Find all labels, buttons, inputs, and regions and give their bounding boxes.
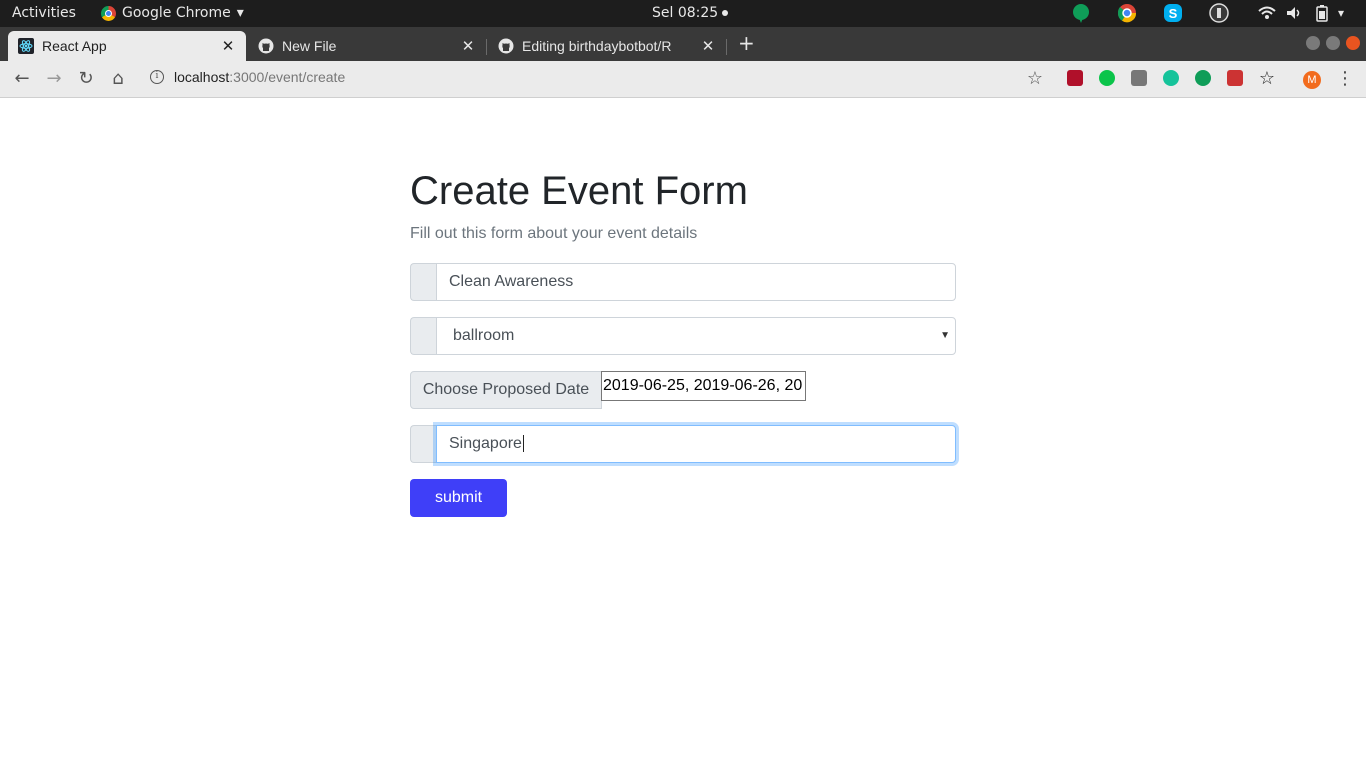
react-logo-icon	[18, 38, 34, 54]
select-caret-icon: ▼	[940, 330, 950, 341]
clock[interactable]: Sel 08:25	[652, 5, 729, 21]
close-window-button[interactable]	[1346, 36, 1360, 50]
screenshot-extension-icon[interactable]	[1227, 70, 1243, 86]
notification-dot-icon	[722, 10, 729, 16]
location-input[interactable]: Singapore	[436, 425, 956, 463]
chrome-menu-icon[interactable]: ⋮	[1335, 69, 1355, 89]
skype-tray-icon[interactable]: S	[1163, 3, 1183, 23]
venue-group: ballroom ▼	[410, 317, 956, 355]
tab-title: React App	[42, 38, 107, 54]
input-prepend	[410, 263, 436, 301]
proposed-dates-input[interactable]: 2019-06-25, 2019-06-26, 20	[601, 371, 806, 401]
github-icon	[258, 38, 274, 54]
event-name-group: Clean Awareness	[410, 263, 956, 301]
forward-button[interactable]: →	[44, 69, 64, 89]
grammarly-extension-icon[interactable]	[1163, 70, 1179, 86]
input-prepend	[410, 425, 436, 463]
submit-button[interactable]: submit	[410, 479, 507, 517]
tab-divider	[726, 39, 727, 55]
bookmark-star-icon[interactable]: ☆	[1025, 69, 1045, 89]
back-button[interactable]: ←	[12, 69, 32, 89]
tab-title: New File	[282, 38, 337, 54]
system-menu-chevron-icon[interactable]: ▾	[1338, 3, 1358, 23]
page-subtitle: Fill out this form about your event deta…	[410, 225, 698, 242]
url-host: localhost	[174, 69, 230, 85]
tab-new-file[interactable]: New File ✕	[248, 31, 486, 61]
github-icon	[498, 38, 514, 54]
reload-button[interactable]: ↻	[76, 69, 96, 89]
line-extension-icon[interactable]	[1131, 70, 1147, 86]
location-group: Singapore	[410, 425, 956, 463]
chrome-icon	[101, 5, 116, 21]
address-bar[interactable]: i localhost:3000/event/create	[150, 69, 345, 85]
wifi-icon[interactable]	[1257, 3, 1277, 23]
favorite-extension-icon[interactable]: ☆	[1257, 69, 1277, 89]
activities-button[interactable]: Activities	[12, 5, 76, 21]
share-extension-icon[interactable]	[1099, 70, 1115, 86]
minimize-window-button[interactable]	[1306, 36, 1320, 50]
tab-react-app[interactable]: React App ✕	[8, 31, 246, 61]
maximize-window-button[interactable]	[1326, 36, 1340, 50]
venue-select[interactable]: ballroom ▼	[436, 317, 956, 355]
input-prepend	[410, 317, 436, 355]
tab-divider	[486, 39, 487, 55]
tab-close-icon[interactable]: ✕	[700, 37, 716, 55]
page-title: Create Event Form	[410, 169, 748, 213]
event-name-input[interactable]: Clean Awareness	[436, 263, 956, 301]
tab-close-icon[interactable]: ✕	[220, 37, 236, 55]
venue-selected-value: ballroom	[453, 327, 515, 344]
battery-icon[interactable]	[1312, 3, 1332, 23]
tab-editing-birthdaybotbot[interactable]: Editing birthdaybotbot/R ✕	[488, 31, 726, 61]
chevron-down-icon: ▾	[236, 5, 244, 21]
url-path: :3000/event/create	[229, 69, 346, 85]
clock-text: Sel 08:25	[652, 5, 719, 21]
volume-icon[interactable]	[1284, 3, 1304, 23]
hangouts-tray-icon[interactable]	[1071, 3, 1091, 23]
location-value: Singapore	[449, 435, 522, 452]
text-cursor	[522, 435, 524, 453]
app-indicator-tray-icon[interactable]	[1209, 3, 1229, 23]
tab-title: Editing birthdaybotbot/R	[522, 38, 672, 54]
app-menu[interactable]: Google Chrome ▾	[101, 5, 244, 21]
site-info-icon[interactable]: i	[150, 70, 164, 84]
system-top-bar: Activities Google Chrome ▾ Sel 08:25 S ▾	[0, 0, 1366, 27]
browser-toolbar: ← → ↻ ⌂ i localhost:3000/event/create ☆ …	[0, 61, 1366, 98]
tab-close-icon[interactable]: ✕	[460, 37, 476, 55]
hangouts-extension-icon[interactable]	[1195, 70, 1211, 86]
svg-text:S: S	[1169, 6, 1178, 21]
tab-strip: React App ✕ New File ✕ Editing birthdayb…	[0, 27, 1366, 61]
chrome-tray-icon[interactable]	[1117, 3, 1137, 23]
app-name: Google Chrome	[122, 5, 231, 21]
choose-date-button[interactable]: Choose Proposed Date	[410, 371, 602, 409]
new-tab-button[interactable]: +	[738, 31, 755, 55]
mega-extension-icon[interactable]	[1067, 70, 1083, 86]
home-button[interactable]: ⌂	[108, 69, 128, 89]
profile-avatar[interactable]: M	[1303, 71, 1321, 89]
